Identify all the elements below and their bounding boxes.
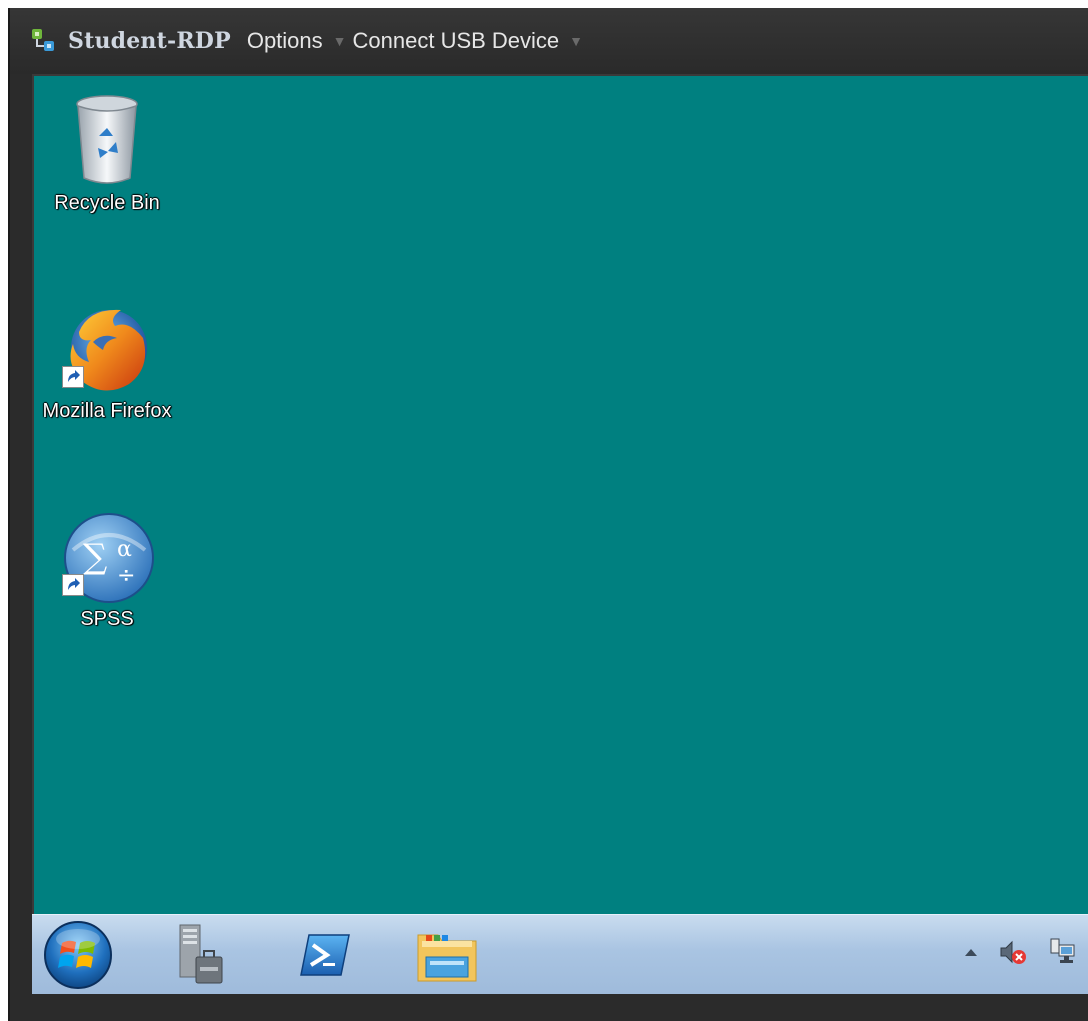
desktop-icon-mozilla-firefox[interactable]: Mozilla Firefox — [32, 302, 182, 423]
svg-text:÷: ÷ — [117, 563, 135, 588]
shortcut-arrow-icon — [62, 366, 84, 388]
desktop-icon-label: Mozilla Firefox — [42, 400, 172, 422]
caret-down-icon: ▼ — [332, 33, 347, 49]
server-manager-icon — [179, 924, 223, 984]
network-button[interactable] — [1048, 937, 1078, 967]
window-bottom-border — [32, 994, 1088, 1021]
volume-button[interactable] — [998, 937, 1028, 967]
remote-desktop[interactable]: Recycle Bin Mozilla Firefox ∑ α ÷ SPSS — [32, 74, 1088, 914]
options-menu[interactable]: Options ▼ — [247, 28, 347, 54]
up-arrow-icon — [965, 949, 977, 956]
rdp-window: Student-RDP Options ▼ Connect USB Device… — [8, 8, 1088, 1021]
network-icon — [1050, 938, 1075, 963]
recycle-bin-icon — [76, 95, 138, 184]
rdp-title-bar: Student-RDP Options ▼ Connect USB Device… — [10, 8, 1088, 74]
taskbar-powershell[interactable] — [297, 929, 353, 986]
start-orb-icon — [44, 921, 112, 989]
file-explorer-icon — [417, 934, 477, 982]
rdp-connection-icon — [32, 29, 54, 51]
options-menu-label: Options — [246, 28, 323, 53]
taskbar-file-explorer[interactable] — [414, 925, 480, 992]
svg-text:α: α — [117, 537, 132, 562]
desktop-icon-label: SPSS — [80, 608, 134, 630]
connect-usb-device-label: Connect USB Device — [352, 28, 560, 53]
caret-down-icon: ▼ — [569, 33, 584, 49]
show-hidden-icons-button[interactable] — [964, 947, 978, 957]
desktop-icon-spss[interactable]: ∑ α ÷ SPSS — [32, 510, 182, 631]
connect-usb-device-menu[interactable]: Connect USB Device ▼ — [353, 28, 584, 54]
taskbar-server-manager[interactable] — [174, 923, 236, 992]
shortcut-arrow-icon — [62, 574, 84, 596]
taskbar — [32, 914, 1088, 994]
volume-muted-icon — [1000, 940, 1026, 964]
system-tray — [964, 937, 1078, 967]
window-title: Student-RDP — [68, 28, 231, 54]
desktop-icon-label: Recycle Bin — [54, 192, 160, 214]
desktop-icon-recycle-bin[interactable]: Recycle Bin — [32, 90, 182, 215]
powershell-icon — [300, 934, 350, 976]
start-button[interactable] — [42, 919, 114, 996]
svg-text:∑: ∑ — [83, 537, 107, 577]
